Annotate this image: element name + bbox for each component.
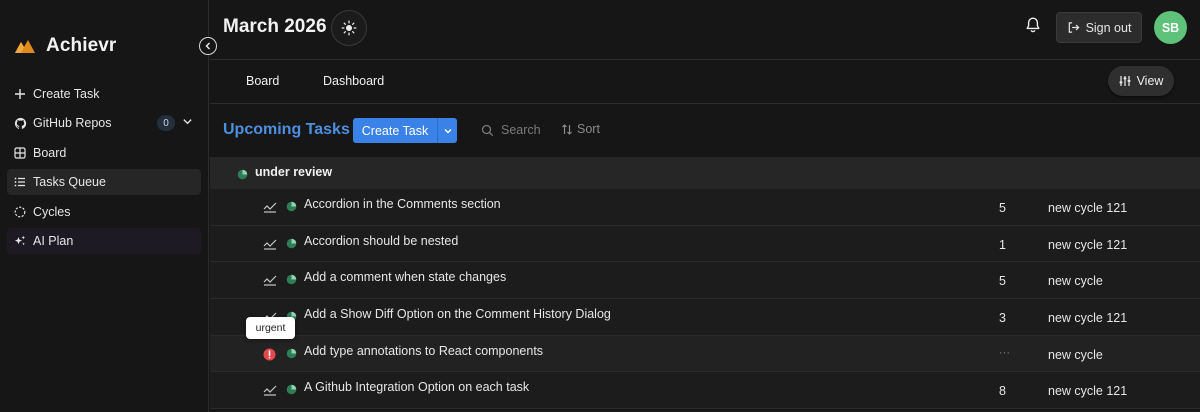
sidebar-item-label: Board	[33, 145, 67, 160]
sign-out-button[interactable]: Sign out	[1056, 12, 1142, 43]
task-title: Add a Show Diff Option on the Comment Hi…	[304, 307, 611, 322]
table-row[interactable]: Accordion in the Comments section 5 new …	[210, 189, 1200, 226]
tab-board[interactable]: Board	[246, 74, 279, 88]
priority-none-icon[interactable]	[263, 384, 277, 399]
task-title: Add a comment when state changes	[304, 270, 507, 285]
task-title: Accordion should be nested	[304, 233, 459, 248]
priority-none-icon[interactable]	[263, 201, 277, 216]
create-task-split-button: Create Task	[353, 118, 457, 143]
task-cycle: new cycle 121	[1048, 201, 1128, 215]
group-label: under review	[255, 165, 333, 179]
logout-icon	[1068, 22, 1080, 33]
priority-none-icon[interactable]	[263, 274, 277, 289]
section-title: Upcoming Tasks	[223, 121, 350, 138]
sidebar-item-label: Create Task	[33, 87, 100, 101]
board-grid-icon	[13, 146, 27, 160]
avatar[interactable]: SB	[1154, 11, 1187, 44]
cycle-icon	[13, 205, 27, 219]
sidebar-item-cycles[interactable]: Cycles	[7, 199, 201, 225]
create-task-dropdown-button[interactable]	[437, 118, 457, 143]
task-points: 5	[999, 274, 1006, 289]
review-state-icon	[237, 168, 248, 183]
table-row[interactable]: Accordion should be nested 1 new cycle 1…	[210, 225, 1200, 263]
table-row[interactable]: Add a comment when state changes 5 new c…	[210, 262, 1200, 300]
task-list: Accordion in the Comments section 5 new …	[210, 189, 1200, 410]
task-points: 5	[999, 201, 1006, 215]
review-state-icon	[286, 383, 297, 398]
task-cycle: new cycle	[1048, 274, 1103, 289]
app-name: Achievr	[46, 35, 117, 56]
repo-count-badge: 0	[157, 115, 175, 132]
sidebar-nav: Create Task GitHub Repos 0 Board Tasks Q…	[7, 81, 201, 257]
sidebar-item-tasks-queue[interactable]: Tasks Queue	[7, 169, 201, 196]
create-task-button[interactable]: Create Task	[353, 118, 437, 143]
sun-icon	[341, 20, 357, 36]
chevron-down-icon[interactable]	[182, 116, 193, 130]
view-options-button[interactable]: View	[1108, 66, 1174, 96]
task-cycle: new cycle 121	[1048, 311, 1128, 326]
sidebar-item-create-task[interactable]: Create Task	[7, 81, 201, 107]
table-row[interactable]: Add a Show Diff Option on the Comment Hi…	[210, 299, 1200, 336]
collapse-sidebar-button[interactable]	[199, 37, 217, 55]
sidebar-item-ai-plan[interactable]: AI Plan	[7, 227, 201, 254]
tab-dashboard[interactable]: Dashboard	[323, 74, 384, 88]
sliders-icon	[1119, 76, 1130, 86]
priority-none-icon[interactable]	[263, 238, 277, 253]
search-placeholder: Search	[501, 123, 541, 137]
task-points: 3	[999, 311, 1006, 326]
sidebar-item-label: AI Plan	[33, 233, 74, 248]
task-cycle: new cycle 121	[1048, 384, 1128, 399]
brand[interactable]: Achievr	[14, 35, 116, 57]
sidebar-item-board[interactable]: Board	[7, 140, 201, 166]
sparkles-icon	[13, 234, 27, 248]
review-state-icon	[286, 347, 297, 362]
task-title: A Github Integration Option on each task	[304, 380, 530, 395]
review-state-icon	[286, 273, 297, 288]
sidebar-item-label: Tasks Queue	[33, 175, 106, 190]
notifications-bell-icon[interactable]	[1024, 16, 1042, 37]
task-points: 1	[999, 237, 1006, 252]
logo-icon	[15, 40, 35, 53]
sort-arrows-icon	[562, 123, 572, 135]
review-state-icon	[286, 237, 297, 252]
task-cycle: new cycle	[1048, 347, 1103, 362]
app-root: Achievr Create Task GitHub Repos 0 Board…	[0, 0, 1200, 412]
group-header-under-review[interactable]: under review	[210, 157, 1200, 189]
task-title: Add type annotations to React components	[304, 343, 544, 358]
list-toolbar: Upcoming Tasks Create Task Search Sort	[210, 105, 1200, 157]
view-button-label: View	[1136, 74, 1164, 88]
list-icon	[13, 175, 27, 189]
page-title: March 2026	[223, 16, 327, 37]
sidebar-item-label: Cycles	[33, 204, 71, 219]
table-row[interactable]: A Github Integration Option on each task…	[210, 372, 1200, 410]
review-state-icon	[286, 200, 297, 215]
sidebar: Achievr Create Task GitHub Repos 0 Board…	[0, 0, 209, 412]
chevron-down-icon	[444, 128, 451, 133]
task-points: 8	[999, 384, 1006, 399]
plus-icon	[13, 87, 27, 101]
view-tabs: Board Dashboard View	[210, 61, 1200, 104]
sort-button[interactable]: Sort	[561, 122, 600, 136]
sidebar-item-github-repos[interactable]: GitHub Repos 0	[7, 110, 201, 136]
urgent-priority-icon[interactable]	[263, 348, 276, 364]
sign-out-label: Sign out	[1085, 20, 1132, 35]
github-icon	[13, 116, 27, 130]
sort-label: Sort	[577, 122, 600, 136]
theme-toggle-button[interactable]	[331, 10, 367, 46]
top-header: March 2026 Sign out SB	[210, 0, 1200, 60]
task-title: Accordion in the Comments section	[304, 197, 501, 211]
task-points-empty[interactable]: ···	[999, 347, 1010, 359]
search-icon	[481, 124, 494, 136]
search-input[interactable]: Search	[481, 123, 541, 137]
task-cycle: new cycle 121	[1048, 237, 1128, 252]
chevron-left-icon	[205, 42, 211, 50]
priority-tooltip: urgent	[246, 317, 295, 339]
sidebar-item-label: GitHub Repos	[33, 116, 112, 131]
table-row[interactable]: Add type annotations to React components…	[210, 335, 1200, 373]
